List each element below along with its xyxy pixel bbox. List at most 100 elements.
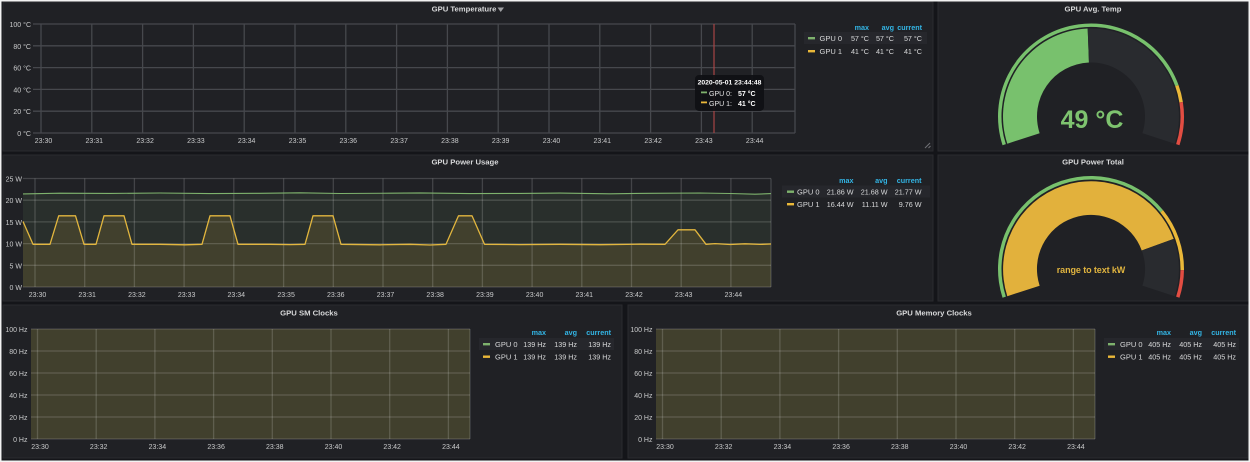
svg-text:80 Hz: 80 Hz: [9, 349, 28, 356]
svg-text:23:42: 23:42: [625, 292, 643, 299]
svg-text:23:43: 23:43: [695, 138, 713, 145]
svg-text:40 Hz: 40 Hz: [9, 393, 28, 400]
svg-text:GPU Memory Clocks: GPU Memory Clocks: [896, 309, 972, 318]
svg-text:20 Hz: 20 Hz: [9, 415, 28, 422]
svg-text:41 °C: 41 °C: [876, 47, 894, 56]
svg-text:100 °C: 100 °C: [10, 21, 31, 29]
svg-text:GPU 0: GPU 0: [797, 188, 820, 197]
svg-text:current: current: [897, 176, 922, 185]
svg-text:GPU 1: GPU 1: [495, 353, 518, 362]
svg-text:max: max: [855, 23, 869, 32]
svg-text:23:43: 23:43: [675, 292, 693, 299]
svg-text:avg: avg: [882, 23, 894, 32]
svg-text:0 Hz: 0 Hz: [13, 437, 28, 444]
svg-text:23:37: 23:37: [390, 138, 408, 145]
svg-text:23:33: 23:33: [187, 138, 205, 145]
svg-text:max: max: [532, 328, 546, 337]
svg-text:20 °C: 20 °C: [13, 108, 31, 116]
svg-text:GPU 1: GPU 1: [797, 200, 820, 209]
svg-text:23:39: 23:39: [492, 138, 510, 145]
svg-text:23:38: 23:38: [891, 444, 909, 451]
svg-text:0 Hz: 0 Hz: [638, 437, 653, 444]
svg-text:23:42: 23:42: [383, 444, 401, 451]
svg-text:GPU 0: GPU 0: [1120, 340, 1143, 349]
svg-text:57 °C: 57 °C: [904, 34, 922, 43]
svg-text:41 °C: 41 °C: [738, 100, 756, 108]
svg-text:23:40: 23:40: [526, 292, 544, 299]
svg-text:405 Hz: 405 Hz: [1179, 353, 1202, 362]
svg-text:21.77 W: 21.77 W: [895, 188, 922, 197]
svg-text:23:30: 23:30: [35, 138, 53, 145]
svg-text:23:44: 23:44: [1067, 444, 1085, 451]
svg-text:23:34: 23:34: [149, 444, 167, 451]
svg-text:60 Hz: 60 Hz: [634, 371, 653, 378]
svg-text:23:31: 23:31: [86, 138, 104, 145]
svg-text:139 Hz: 139 Hz: [588, 340, 611, 349]
svg-text:avg: avg: [565, 328, 577, 337]
svg-text:23:33: 23:33: [178, 292, 196, 299]
svg-text:23:34: 23:34: [238, 138, 256, 145]
svg-text:range to text kW: range to text kW: [1057, 265, 1126, 275]
svg-text:405 Hz: 405 Hz: [1213, 340, 1236, 349]
svg-text:20 Hz: 20 Hz: [634, 415, 653, 422]
svg-text:23:42: 23:42: [1008, 444, 1026, 451]
svg-text:405 Hz: 405 Hz: [1179, 340, 1202, 349]
svg-text:21.68 W: 21.68 W: [861, 188, 888, 197]
svg-text:23:34: 23:34: [774, 444, 792, 451]
svg-text:GPU 0: GPU 0: [495, 340, 518, 349]
svg-text:139 Hz: 139 Hz: [554, 353, 577, 362]
svg-text:60 °C: 60 °C: [13, 65, 31, 73]
svg-text:9.76 W: 9.76 W: [899, 200, 922, 209]
svg-text:GPU Temperature: GPU Temperature: [432, 5, 498, 14]
svg-text:16.44 W: 16.44 W: [827, 200, 854, 209]
svg-text:23:40: 23:40: [543, 138, 561, 145]
svg-text:GPU Power Total: GPU Power Total: [1062, 158, 1124, 167]
svg-text:49 °C: 49 °C: [1061, 106, 1124, 134]
svg-text:max: max: [839, 176, 853, 185]
svg-text:2020-05-01 23:44:48: 2020-05-01 23:44:48: [698, 80, 762, 87]
svg-text:GPU 1:: GPU 1:: [709, 101, 732, 108]
svg-text:23:30: 23:30: [29, 292, 47, 299]
svg-text:139 Hz: 139 Hz: [523, 353, 546, 362]
svg-text:23:41: 23:41: [576, 292, 594, 299]
svg-text:23:30: 23:30: [656, 444, 674, 451]
svg-text:avg: avg: [1190, 328, 1202, 337]
svg-text:15 W: 15 W: [6, 220, 23, 227]
svg-text:23:35: 23:35: [277, 292, 295, 299]
svg-text:25 W: 25 W: [6, 177, 23, 184]
svg-text:23:32: 23:32: [715, 444, 733, 451]
svg-text:GPU Avg. Temp: GPU Avg. Temp: [1065, 5, 1122, 14]
svg-text:23:36: 23:36: [832, 444, 850, 451]
svg-text:139 Hz: 139 Hz: [588, 353, 611, 362]
svg-text:5 W: 5 W: [10, 263, 23, 270]
svg-text:0 °C: 0 °C: [17, 130, 31, 138]
svg-text:405 Hz: 405 Hz: [1213, 353, 1236, 362]
svg-text:23:38: 23:38: [266, 444, 284, 451]
svg-text:40 Hz: 40 Hz: [634, 393, 653, 400]
svg-text:80 Hz: 80 Hz: [634, 349, 653, 356]
svg-text:23:34: 23:34: [228, 292, 246, 299]
svg-text:23:32: 23:32: [128, 292, 146, 299]
svg-text:GPU 1: GPU 1: [820, 47, 843, 56]
svg-text:57 °C: 57 °C: [876, 34, 894, 43]
svg-text:405 Hz: 405 Hz: [1148, 353, 1171, 362]
svg-text:20 W: 20 W: [6, 198, 23, 205]
svg-text:100 Hz: 100 Hz: [630, 327, 653, 334]
svg-text:23:37: 23:37: [377, 292, 395, 299]
svg-text:60 Hz: 60 Hz: [9, 371, 28, 378]
svg-text:23:42: 23:42: [644, 138, 662, 145]
svg-text:57 °C: 57 °C: [851, 34, 869, 43]
svg-text:23:31: 23:31: [78, 292, 96, 299]
svg-text:23:32: 23:32: [136, 138, 154, 145]
svg-text:11.11 W: 11.11 W: [862, 200, 888, 209]
svg-text:23:44: 23:44: [746, 138, 764, 145]
svg-text:GPU 0: GPU 0: [820, 34, 843, 43]
svg-text:80 °C: 80 °C: [13, 43, 31, 51]
svg-text:current: current: [897, 23, 922, 32]
svg-text:23:44: 23:44: [725, 292, 743, 299]
svg-text:max: max: [1157, 328, 1171, 337]
svg-text:GPU 0:: GPU 0:: [709, 91, 732, 98]
svg-text:23:36: 23:36: [327, 292, 345, 299]
svg-text:avg: avg: [875, 176, 887, 185]
svg-text:GPU SM Clocks: GPU SM Clocks: [280, 309, 338, 318]
